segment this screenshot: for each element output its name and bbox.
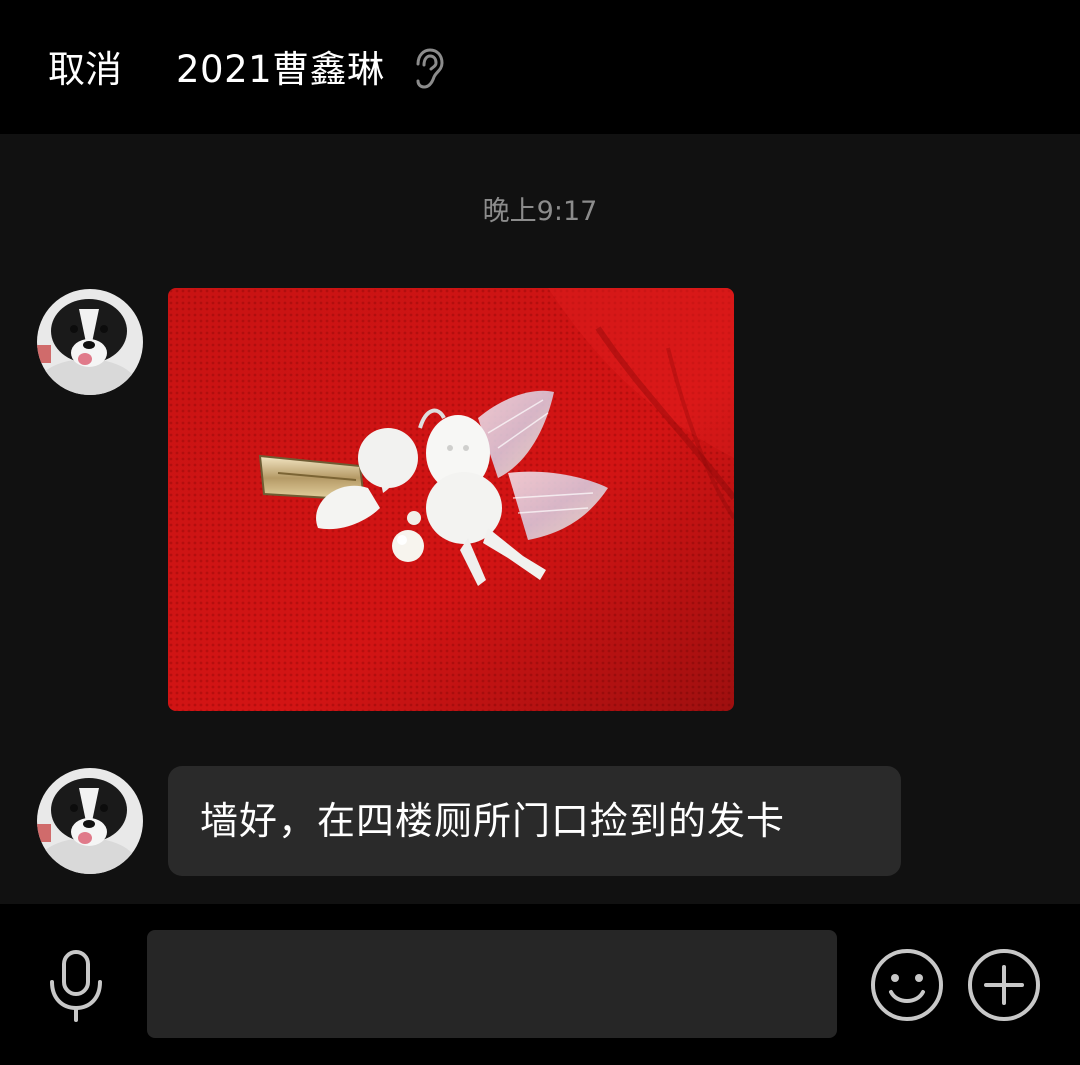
message-text: 墙好，在四楼厕所门口捡到的发卡 — [200, 799, 786, 843]
chat-title: 2021曹鑫琳 — [176, 48, 385, 91]
avatar-dog-icon — [37, 768, 143, 874]
smiley-icon[interactable] — [869, 947, 945, 1023]
chat-header: 取消 2021曹鑫琳 — [0, 0, 1080, 134]
message-bubble[interactable]: 墙好，在四楼厕所门口捡到的发卡 — [168, 766, 901, 876]
message-timestamp: 晚上9:17 — [482, 196, 598, 227]
plus-circle-icon[interactable] — [966, 947, 1042, 1023]
avatar[interactable] — [37, 768, 143, 874]
avatar[interactable] — [37, 289, 143, 395]
ear-icon — [412, 48, 446, 90]
message-input[interactable] — [147, 930, 837, 1038]
image-message[interactable] — [168, 288, 734, 711]
microphone-icon[interactable] — [40, 948, 112, 1024]
avatar-dog-icon — [37, 289, 143, 395]
cancel-button[interactable]: 取消 — [48, 42, 122, 98]
